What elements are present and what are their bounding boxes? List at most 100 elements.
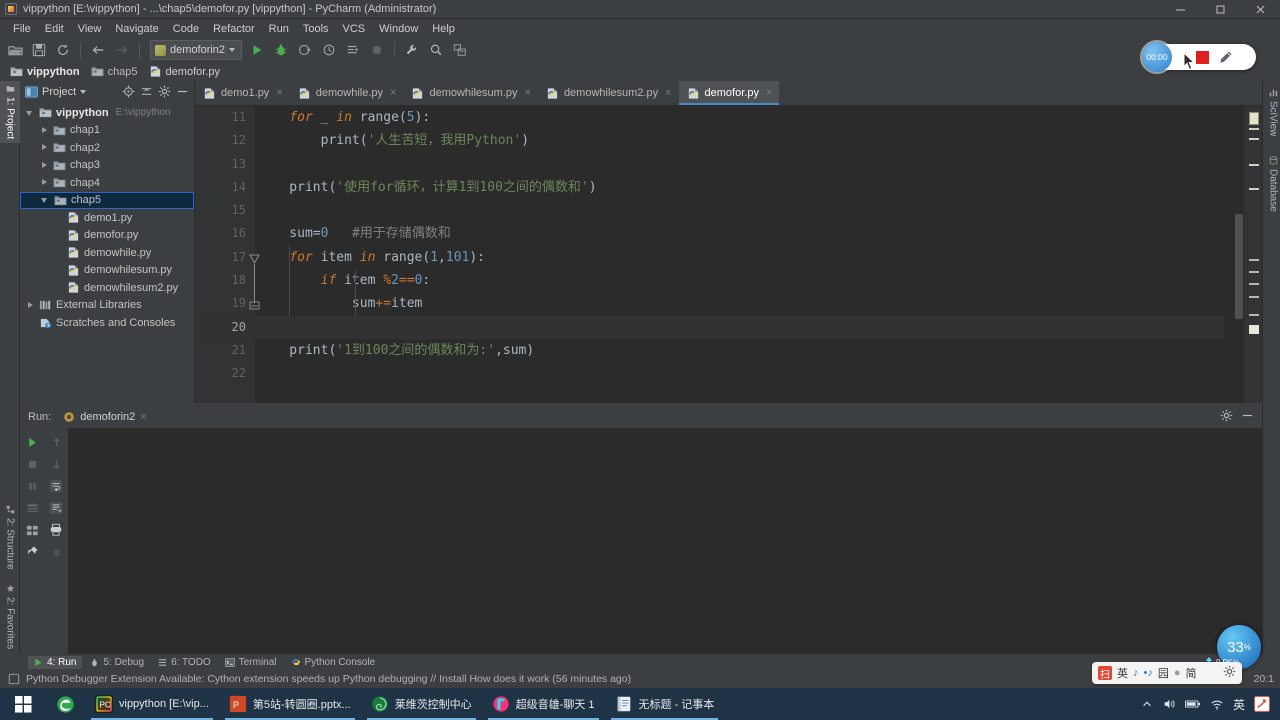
minimize-button[interactable]	[1160, 0, 1200, 19]
editor-tab-close-icon[interactable]: ×	[766, 87, 772, 99]
run-panel-tab-close[interactable]: ×	[140, 411, 146, 423]
profile-icon[interactable]	[318, 39, 340, 61]
code-line[interactable]: sum=0 #用于存储偶数和	[255, 222, 1224, 245]
print-icon[interactable]	[46, 519, 66, 541]
code-line[interactable]: for item in range(1,101):	[255, 246, 1224, 269]
ime-simplified-button[interactable]: 简	[1186, 665, 1197, 681]
chevron-down-icon[interactable]	[80, 89, 87, 94]
breadcrumb-item-0[interactable]: vippython	[6, 65, 84, 79]
tree-node-chap1[interactable]: chap1	[20, 122, 194, 140]
clear-all-icon[interactable]	[22, 519, 42, 541]
code-line[interactable]	[255, 315, 1224, 339]
hide-icon[interactable]	[1241, 409, 1254, 425]
chevron-closed-icon[interactable]	[26, 301, 35, 310]
ime-user-button[interactable]: ●	[1174, 667, 1181, 679]
code-line[interactable]: print('人生苦短，我用Python')	[255, 129, 1224, 152]
tree-node-demowhile-py[interactable]: demowhile.py	[20, 244, 194, 262]
line-number[interactable]: 19	[195, 292, 255, 315]
line-number[interactable]: 18	[195, 269, 255, 292]
tree-node-chap5[interactable]: chap5	[20, 191, 194, 209]
run-coverage-icon[interactable]	[294, 39, 316, 61]
chevron-closed-icon[interactable]	[40, 126, 49, 135]
gear-icon[interactable]	[1220, 409, 1233, 425]
volume-icon[interactable]	[1162, 697, 1176, 711]
line-number[interactable]: 13	[195, 153, 255, 176]
line-number[interactable]: 15	[195, 199, 255, 222]
menu-item-view[interactable]: View	[71, 22, 109, 36]
menu-item-code[interactable]: Code	[166, 22, 206, 36]
recorder-pen-button[interactable]	[1212, 50, 1238, 65]
menu-item-navigate[interactable]: Navigate	[108, 22, 165, 36]
menu-item-edit[interactable]: Edit	[38, 22, 71, 36]
tree-node-demowhilesum2-py[interactable]: demowhilesum2.py	[20, 279, 194, 297]
chevron-closed-icon[interactable]	[40, 143, 49, 152]
screen-recorder-widget[interactable]: 00:00	[1142, 42, 1256, 72]
sidebar-item-project[interactable]: 1: Project	[0, 81, 20, 143]
line-number[interactable]: 11	[195, 106, 255, 129]
chevron-open-icon[interactable]	[26, 108, 35, 117]
maximize-button[interactable]	[1200, 0, 1240, 19]
line-number[interactable]: 20	[195, 315, 255, 339]
line-number[interactable]: 21	[195, 339, 255, 362]
gear-icon[interactable]	[1223, 665, 1236, 681]
search-icon[interactable]	[425, 39, 447, 61]
arrow-back-icon[interactable]	[87, 39, 109, 61]
ime-lang-button[interactable]: 英	[1117, 665, 1128, 681]
code-line[interactable]	[255, 199, 1224, 222]
menu-item-vcs[interactable]: VCS	[336, 22, 373, 36]
chevron-open-icon[interactable]	[41, 196, 50, 205]
breadcrumb-item-1[interactable]: chap5	[87, 65, 142, 79]
show-hidden-icons-icon[interactable]	[1141, 698, 1153, 710]
tree-node-chap2[interactable]: chap2	[20, 139, 194, 157]
breadcrumb-item-2[interactable]: demofor.py	[145, 64, 224, 79]
editor-scrollbar-thumb[interactable]	[1235, 214, 1243, 319]
windows-start-icon[interactable]	[0, 688, 46, 720]
line-number[interactable]: 22	[195, 362, 255, 385]
code-line[interactable]	[255, 362, 1224, 385]
taskbar-item-powerpoint[interactable]: P 第5站-转圆圈.pptx...	[219, 688, 361, 720]
open-folder-icon[interactable]	[4, 39, 26, 61]
save-icon[interactable]	[28, 39, 50, 61]
sogou-ime-icon[interactable]	[1254, 696, 1270, 712]
bottom-bar-item-4--run[interactable]: 4: Run	[28, 655, 83, 669]
run-console-output[interactable]	[68, 428, 1262, 654]
editor-tab-demofor-py[interactable]: demofor.py ×	[678, 81, 780, 105]
tree-node-chap3[interactable]: chap3	[20, 157, 194, 175]
battery-icon[interactable]	[1184, 698, 1201, 710]
run-icon[interactable]	[246, 39, 268, 61]
editor-tab-close-icon[interactable]: ×	[390, 87, 396, 99]
code-line[interactable]: if item %2==0:	[255, 269, 1224, 292]
debug-icon[interactable]	[270, 39, 292, 61]
taskbar-item-chat[interactable]: 超级音雄-聊天 1	[482, 688, 605, 720]
sogou-ime-icon[interactable]: 扫	[1098, 666, 1112, 681]
sidebar-item-database[interactable]: Database	[1263, 149, 1280, 219]
wrench-icon[interactable]	[401, 39, 423, 61]
rerun-icon[interactable]	[22, 431, 42, 453]
floating-ime-toolbar[interactable]: 扫 英 ♪ •♪ 园 ● 简	[1092, 662, 1242, 684]
soft-wrap-icon[interactable]	[46, 475, 66, 497]
bottom-bar-item-5--debug[interactable]: 5: Debug	[84, 656, 150, 669]
vcs-update-icon[interactable]	[449, 39, 471, 61]
editor-tab-demo1-py[interactable]: demo1.py ×	[195, 81, 290, 105]
line-number[interactable]: 14	[195, 176, 255, 199]
run-panel-tab[interactable]: demoforin2 ×	[59, 410, 150, 424]
menu-item-tools[interactable]: Tools	[296, 22, 336, 36]
bottom-bar-item-6--todo[interactable]: 6: TODO	[152, 656, 217, 669]
run-configuration-selector[interactable]: demoforin2	[150, 40, 243, 60]
editor-tab-close-icon[interactable]: ×	[665, 87, 671, 99]
tree-node-demowhilesum-py[interactable]: demowhilesum.py	[20, 262, 194, 280]
status-message[interactable]: Python Debugger Extension Available: Cyt…	[26, 673, 631, 685]
line-number[interactable]: 12	[195, 129, 255, 152]
editor-marker-column[interactable]	[1244, 106, 1262, 403]
code-editor[interactable]: 11 12 13 14 15 16 17 18 19 20 21 22 for _ in range(…	[195, 106, 1262, 403]
editor-tab-demowhilesum2-py[interactable]: demowhilesum2.py ×	[538, 81, 679, 105]
tree-node-external-libraries[interactable]: External Libraries	[20, 297, 194, 315]
run-with-console-icon[interactable]	[342, 39, 364, 61]
ime-keyboard-button[interactable]: 园	[1158, 665, 1169, 681]
menu-item-window[interactable]: Window	[372, 22, 425, 36]
tree-node-vippython[interactable]: vippython E:\vippython	[20, 104, 194, 122]
wifi-icon[interactable]	[1210, 698, 1224, 711]
sidebar-item-structure[interactable]: 2: Structure	[0, 501, 20, 573]
collapse-all-icon[interactable]	[138, 84, 154, 100]
code-line[interactable]: sum+=item	[255, 292, 1224, 315]
